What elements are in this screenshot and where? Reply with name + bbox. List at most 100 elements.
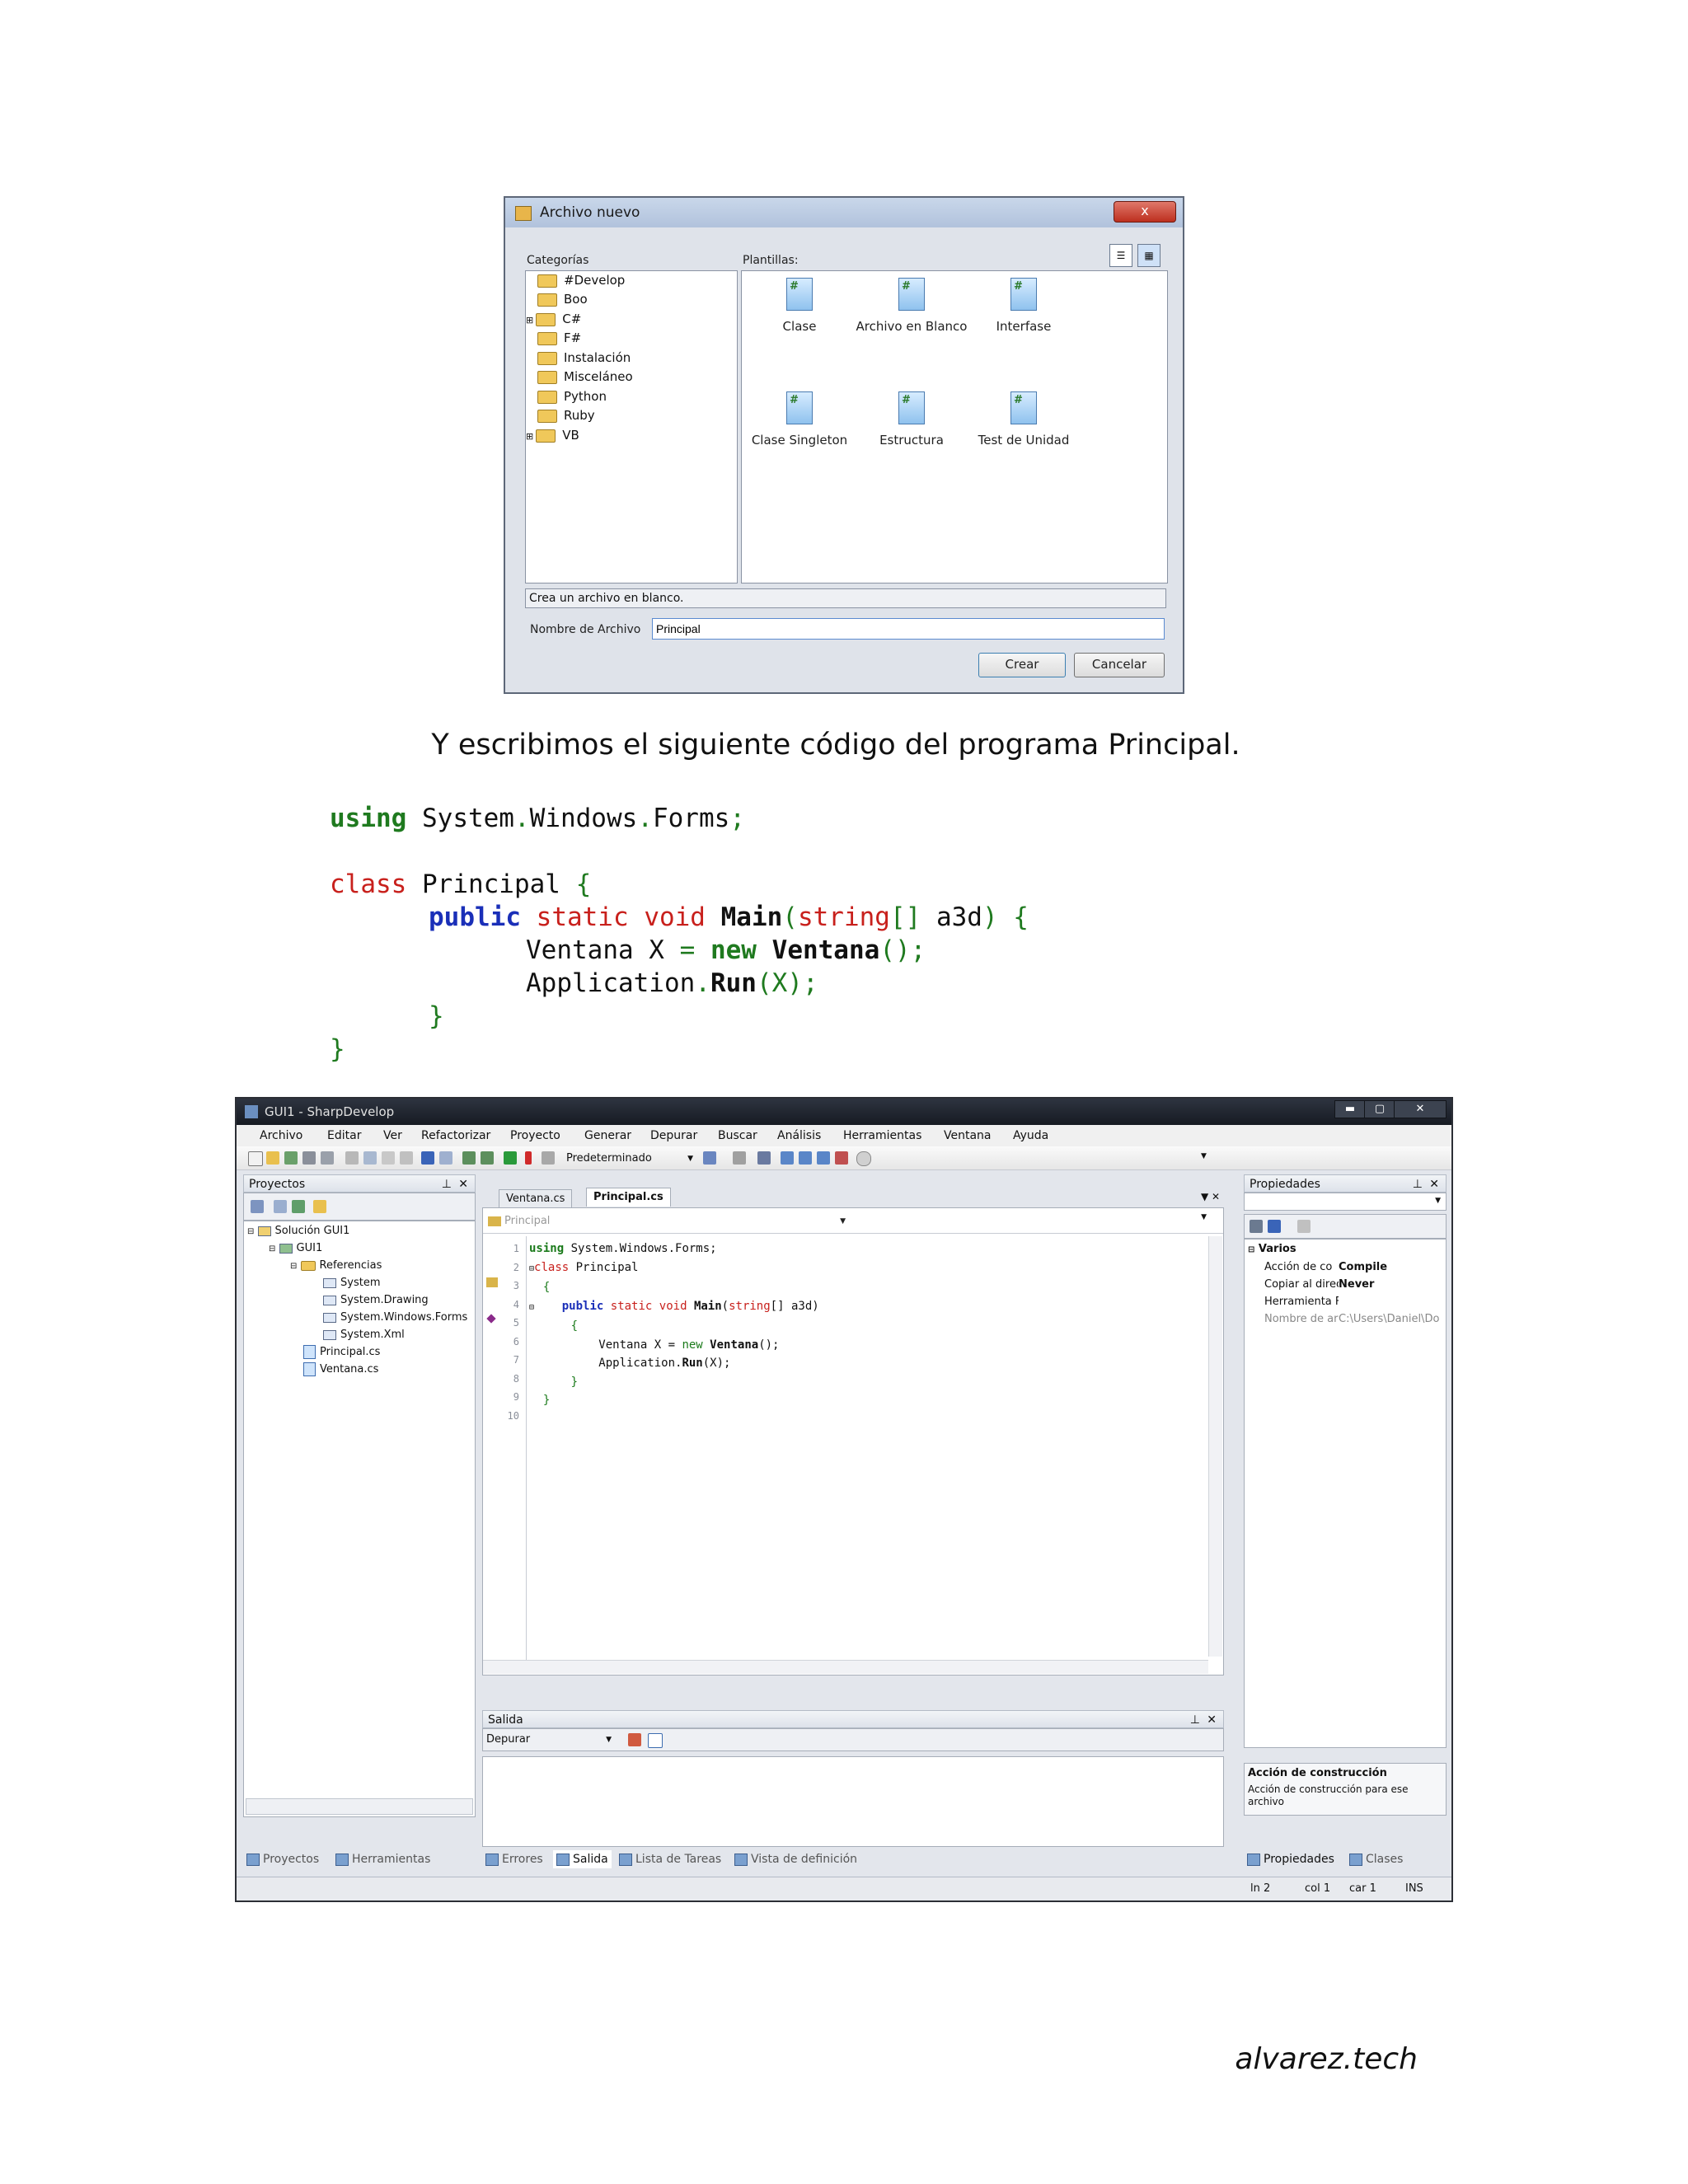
- cancel-button[interactable]: Cancelar: [1074, 653, 1165, 677]
- category-vb[interactable]: ⊞ VB: [526, 426, 579, 444]
- expand-icon[interactable]: ⊞: [526, 315, 533, 326]
- references-node[interactable]: ⊟ Referencias: [290, 1258, 382, 1274]
- category-fsharp[interactable]: F#: [537, 329, 581, 347]
- toolbar-overflow-icon[interactable]: ▼: [1201, 1152, 1207, 1160]
- new-file-icon[interactable]: [248, 1151, 263, 1166]
- menu-buscar[interactable]: Buscar: [718, 1129, 757, 1142]
- template-test-de-unidad[interactable]: Test de Unidad: [966, 391, 1081, 448]
- pin-icon[interactable]: ⊥: [1190, 1711, 1200, 1729]
- redo-icon[interactable]: [439, 1151, 452, 1165]
- icon-view-icon[interactable]: ▦: [1137, 244, 1160, 267]
- document-list-icon[interactable]: ▼ ✕: [1201, 1191, 1220, 1202]
- file-ventana-cs[interactable]: Ventana.cs: [303, 1361, 378, 1378]
- comment-icon[interactable]: [781, 1151, 794, 1165]
- copy-icon[interactable]: [363, 1151, 377, 1165]
- tab-ventana-cs[interactable]: Ventana.cs: [499, 1189, 573, 1208]
- run-icon[interactable]: [504, 1151, 517, 1165]
- open-folder-icon[interactable]: [266, 1151, 279, 1165]
- next-bookmark-icon[interactable]: [835, 1151, 848, 1165]
- properties-object-select[interactable]: ▼: [1244, 1193, 1447, 1211]
- tab-principal-cs[interactable]: Principal.cs: [586, 1188, 671, 1207]
- menu-proyecto[interactable]: Proyecto: [510, 1129, 560, 1142]
- template-interfase[interactable]: Interfase: [966, 278, 1081, 334]
- collapse-icon[interactable]: ⊟: [269, 1244, 275, 1254]
- reference-system-drawing[interactable]: System.Drawing: [323, 1292, 429, 1309]
- undo-icon[interactable]: [421, 1151, 434, 1165]
- show-all-files-icon[interactable]: [313, 1200, 326, 1213]
- delete-icon[interactable]: [400, 1151, 413, 1165]
- projects-hscrollbar[interactable]: [246, 1798, 473, 1815]
- prev-bookmark-icon[interactable]: [817, 1151, 830, 1165]
- indent-icon[interactable]: [757, 1151, 771, 1165]
- category-boo[interactable]: Boo: [537, 290, 588, 308]
- collapse-icon[interactable]: ⊟: [1248, 1245, 1254, 1254]
- project-node[interactable]: ⊟ GUI1: [269, 1240, 322, 1257]
- tab-errores[interactable]: Errores: [482, 1850, 546, 1868]
- add-reference-icon[interactable]: [703, 1151, 716, 1165]
- find-icon[interactable]: [856, 1151, 871, 1166]
- word-wrap-icon[interactable]: [648, 1733, 663, 1748]
- menu-editar[interactable]: Editar: [327, 1129, 361, 1142]
- template-clase-singleton[interactable]: Clase Singleton: [742, 391, 857, 448]
- menu-depurar[interactable]: Depurar: [650, 1129, 697, 1142]
- filename-input[interactable]: [652, 618, 1165, 640]
- paste-icon[interactable]: [382, 1151, 395, 1165]
- menu-ver[interactable]: Ver: [383, 1129, 402, 1142]
- sort-alphabetical-icon[interactable]: [1268, 1220, 1281, 1233]
- minimize-button[interactable]: ▬: [1334, 1100, 1366, 1118]
- tab-propiedades[interactable]: Propiedades: [1244, 1850, 1338, 1868]
- menu-generar[interactable]: Generar: [584, 1129, 631, 1142]
- close-icon[interactable]: ✕: [458, 1175, 468, 1193]
- pin-icon[interactable]: ⊥: [1413, 1175, 1423, 1193]
- bookmark-icon[interactable]: [799, 1151, 812, 1165]
- save-all-icon[interactable]: [321, 1151, 334, 1165]
- menu-ventana[interactable]: Ventana: [944, 1129, 992, 1142]
- tab-herramientas[interactable]: Herramientas: [332, 1850, 434, 1868]
- collapse-icon[interactable]: ⊟: [247, 1227, 254, 1236]
- stop-icon[interactable]: [542, 1151, 555, 1165]
- close-icon[interactable]: ✕: [1207, 1711, 1217, 1729]
- category-instalacion[interactable]: Instalación: [537, 349, 631, 367]
- category-miscelaneo[interactable]: Misceláneo: [537, 368, 633, 386]
- file-principal-cs[interactable]: Principal.cs: [303, 1344, 380, 1361]
- close-icon[interactable]: ✕: [1429, 1175, 1439, 1193]
- property-row[interactable]: Acción de co Compile: [1264, 1261, 1387, 1273]
- property-pages-icon[interactable]: [1297, 1220, 1311, 1233]
- open-project-icon[interactable]: [284, 1151, 298, 1165]
- refresh-icon[interactable]: [292, 1200, 305, 1213]
- editor-vscrollbar[interactable]: [1208, 1236, 1222, 1657]
- maximize-button[interactable]: ▢: [1364, 1100, 1395, 1118]
- run-without-debug-icon[interactable]: [525, 1151, 532, 1165]
- properties-icon[interactable]: [251, 1200, 264, 1213]
- property-row[interactable]: Copiar al direcNever: [1264, 1278, 1374, 1291]
- solution-node[interactable]: ⊟ Solución GUI1: [247, 1223, 349, 1240]
- menu-refactorizar[interactable]: Refactorizar: [421, 1129, 490, 1142]
- collapse-icon[interactable]: ⊟: [290, 1262, 297, 1271]
- reference-system-windows-forms[interactable]: System.Windows.Forms: [323, 1310, 471, 1326]
- tab-salida[interactable]: Salida: [553, 1850, 612, 1868]
- output-source-select[interactable]: Depurar ▼: [486, 1732, 615, 1747]
- category-develop[interactable]: #Develop: [537, 271, 625, 289]
- close-window-button[interactable]: ✕: [1394, 1100, 1447, 1118]
- menu-ayuda[interactable]: Ayuda: [1013, 1129, 1048, 1142]
- editor-hscrollbar[interactable]: [483, 1660, 1208, 1674]
- tab-lista-de-tareas[interactable]: Lista de Tareas: [616, 1850, 724, 1868]
- category-python[interactable]: Python: [537, 387, 607, 405]
- member-combo[interactable]: ▼: [857, 1213, 1212, 1230]
- property-group-varios[interactable]: ⊟ Varios: [1248, 1243, 1296, 1255]
- template-archivo-en-blanco[interactable]: Archivo en Blanco: [854, 278, 969, 334]
- rebuild-icon[interactable]: [481, 1151, 494, 1165]
- property-row[interactable]: Herramienta F: [1264, 1296, 1339, 1308]
- menu-analisis[interactable]: Análisis: [777, 1129, 821, 1142]
- template-clase[interactable]: Clase: [742, 278, 857, 334]
- reference-system[interactable]: System: [323, 1275, 380, 1291]
- build-icon[interactable]: [462, 1151, 476, 1165]
- list-view-icon[interactable]: ☰: [1109, 244, 1132, 267]
- pin-icon[interactable]: ⊥: [442, 1175, 452, 1193]
- tab-proyectos[interactable]: Proyectos: [243, 1850, 322, 1868]
- category-ruby[interactable]: Ruby: [537, 406, 595, 424]
- tab-clases[interactable]: Clases: [1346, 1850, 1406, 1868]
- template-estructura[interactable]: Estructura: [854, 391, 969, 448]
- code-editor[interactable]: Principal ▼ ▼ 1 2 3 4 5 6 7 8 9 10 using …: [482, 1207, 1224, 1675]
- configuration-select[interactable]: Predeterminado ▼: [565, 1151, 696, 1166]
